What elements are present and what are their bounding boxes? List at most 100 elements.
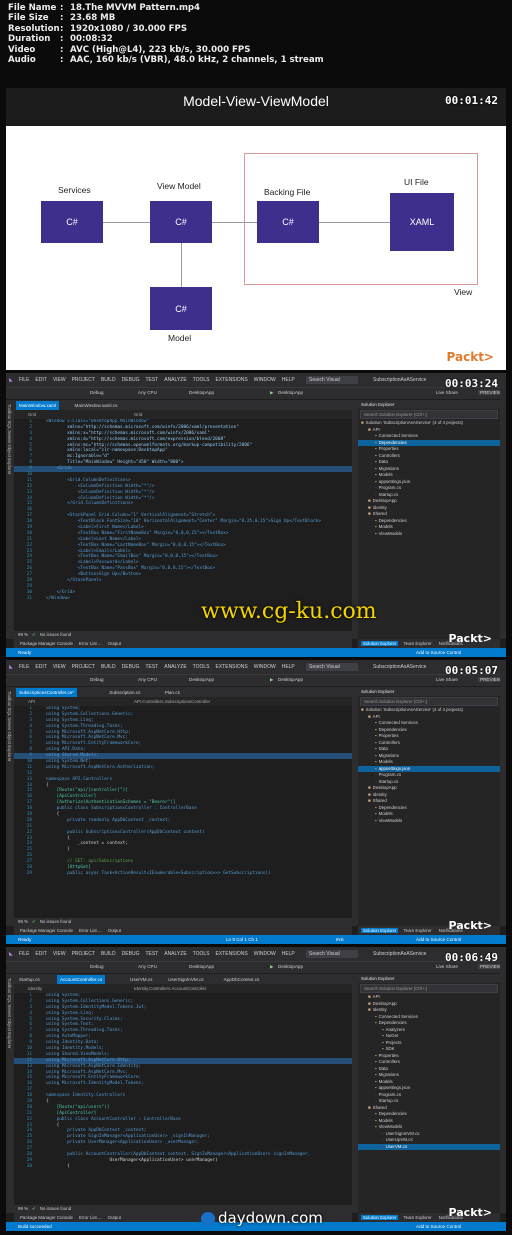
menu-item-build[interactable]: BUILD (98, 660, 119, 674)
doc-tab[interactable]: AccountController.cs (57, 975, 106, 984)
doc-tab[interactable]: AppDbContext.cs (221, 975, 263, 984)
bottom-tab[interactable]: Package Manager Console (20, 1215, 73, 1220)
platform-dropdown[interactable]: Any CPU (138, 964, 157, 969)
bottom-tab[interactable]: Package Manager Console (20, 641, 73, 646)
menu-item-project[interactable]: PROJECT (69, 660, 98, 674)
menu-item-help[interactable]: HELP (279, 373, 298, 387)
startup-project-label[interactable]: DesktopApp (278, 964, 303, 969)
bottom-tab[interactable]: Output (108, 641, 121, 646)
doc-tab[interactable]: Subscription.cs (106, 688, 143, 697)
doc-tab[interactable]: SubscriptionsController.cs* (16, 688, 77, 697)
tree-node[interactable]: ▪ ViewModels (358, 818, 500, 825)
platform-dropdown[interactable]: Any CPU (138, 390, 157, 395)
side-tool-labels[interactable]: Toolbox SQL Server Object Explorer (7, 978, 12, 1049)
menu-item-tools[interactable]: TOOLS (190, 947, 213, 961)
nav-project-dropdown[interactable]: Grid (28, 412, 36, 417)
menu-item-test[interactable]: TEST (142, 947, 161, 961)
doc-tab[interactable]: UserSignInVM.cs (165, 975, 207, 984)
platform-dropdown[interactable]: Any CPU (138, 677, 157, 682)
menu-item-extensions[interactable]: EXTENSIONS (213, 947, 251, 961)
live-share-button[interactable]: Live Share (436, 677, 458, 682)
menu-item-extensions[interactable]: EXTENSIONS (213, 660, 251, 674)
startup-project-dropdown[interactable]: DesktopApp (189, 390, 214, 395)
menu-item-edit[interactable]: EDIT (32, 947, 49, 961)
solution-search-input[interactable]: Search Solution Explorer (Ctrl+;) (360, 410, 498, 419)
nav-member-dropdown[interactable]: Identity.Controllers.AccountController (134, 984, 206, 993)
menu-item-window[interactable]: WINDOW (251, 947, 279, 961)
side-tool-labels[interactable]: Toolbox SQL Server Object Explorer (7, 691, 12, 762)
zoom-level[interactable]: 99 % (18, 632, 28, 637)
start-icon[interactable]: ▶ (270, 677, 274, 683)
doc-tab[interactable]: Plan.cs (162, 688, 183, 697)
startup-project-dropdown[interactable]: DesktopApp (189, 677, 214, 682)
doc-tab[interactable]: Startup.cs (16, 975, 43, 984)
se-tab[interactable]: Team Explorer (401, 928, 433, 933)
menu-item-test[interactable]: TEST (142, 373, 161, 387)
bottom-tab[interactable]: Output (108, 1215, 121, 1220)
menu-item-build[interactable]: BUILD (98, 947, 119, 961)
zoom-level[interactable]: 99 % (18, 1206, 28, 1211)
doc-tab[interactable]: MainWindow.xaml (16, 401, 60, 410)
code-editor[interactable]: 1 using System; 2 using System.Collections.… (14, 993, 352, 1205)
nav-member-dropdown[interactable]: API.Controllers.SubscriptionsController (134, 697, 210, 706)
menu-item-analyze[interactable]: ANALYZE (161, 373, 189, 387)
menu-item-extensions[interactable]: EXTENSIONS (213, 373, 251, 387)
doc-tab[interactable]: UserVM.cs (127, 975, 155, 984)
menu-item-analyze[interactable]: ANALYZE (161, 947, 189, 961)
menu-item-help[interactable]: HELP (279, 947, 298, 961)
config-dropdown[interactable]: Debug (90, 390, 104, 395)
se-tab[interactable]: Team Explorer (401, 1215, 433, 1220)
tree-node[interactable]: ▪ ViewModels (358, 531, 500, 538)
menu-item-view[interactable]: VIEW (50, 373, 69, 387)
startup-project-label[interactable]: DesktopApp (278, 677, 303, 682)
bottom-tab[interactable]: Package Manager Console (20, 928, 73, 933)
doc-tab[interactable]: MainWindow.xaml.cs (72, 401, 121, 410)
start-icon[interactable]: ▶ (270, 964, 274, 970)
menu-item-edit[interactable]: EDIT (32, 373, 49, 387)
startup-project-dropdown[interactable]: DesktopApp (189, 964, 214, 969)
menu-item-tools[interactable]: TOOLS (190, 660, 213, 674)
menu-item-window[interactable]: WINDOW (251, 373, 279, 387)
start-icon[interactable]: ▶ (270, 390, 274, 396)
menu-item-debug[interactable]: DEBUG (119, 660, 143, 674)
nav-project-dropdown[interactable]: API (28, 699, 35, 704)
zoom-level[interactable]: 99 % (18, 919, 28, 924)
bottom-tab[interactable]: Output (108, 928, 121, 933)
se-tab[interactable]: Solution Explorer (361, 928, 399, 933)
menu-item-test[interactable]: TEST (142, 660, 161, 674)
nav-member-dropdown[interactable]: Grid (134, 410, 142, 419)
config-dropdown[interactable]: Debug (90, 964, 104, 969)
menu-item-debug[interactable]: DEBUG (119, 373, 143, 387)
menu-item-build[interactable]: BUILD (98, 373, 119, 387)
startup-project-label[interactable]: DesktopApp (278, 390, 303, 395)
live-share-button[interactable]: Live Share (436, 390, 458, 395)
se-tab[interactable]: Team Explorer (401, 641, 433, 646)
menu-item-help[interactable]: HELP (279, 660, 298, 674)
menu-item-window[interactable]: WINDOW (251, 660, 279, 674)
solution-search-input[interactable]: Search Solution Explorer (Ctrl+;) (360, 984, 498, 993)
menu-item-tools[interactable]: TOOLS (190, 373, 213, 387)
menu-item-project[interactable]: PROJECT (69, 947, 98, 961)
side-tool-labels[interactable]: Toolbox SQL Server Object Explorer (7, 404, 12, 475)
vs-search-box[interactable]: Search Visual Studio (Ctrl... (306, 950, 358, 958)
source-control-button[interactable]: Add to Source Control (416, 935, 461, 944)
bottom-tab[interactable]: Error List ... (79, 1215, 102, 1220)
vs-search-box[interactable]: Search Visual Studio (Ctrl... (306, 376, 358, 384)
bottom-tab[interactable]: Error List ... (79, 641, 102, 646)
config-dropdown[interactable]: Debug (90, 677, 104, 682)
nav-project-dropdown[interactable]: Identity (28, 986, 42, 991)
se-tab[interactable]: Solution Explorer (361, 641, 399, 646)
solution-search-input[interactable]: Search Solution Explorer (Ctrl+;) (360, 697, 498, 706)
bottom-tab[interactable]: Error List ... (79, 928, 102, 933)
menu-item-view[interactable]: VIEW (50, 947, 69, 961)
menu-item-debug[interactable]: DEBUG (119, 947, 143, 961)
menu-item-view[interactable]: VIEW (50, 660, 69, 674)
menu-item-file[interactable]: FILE (16, 947, 33, 961)
menu-item-edit[interactable]: EDIT (32, 660, 49, 674)
menu-item-file[interactable]: FILE (16, 660, 33, 674)
vs-search-box[interactable]: Search Visual Studio (Ctrl... (306, 663, 358, 671)
tree-node[interactable]: ▪ UserVM.cs (358, 1143, 500, 1150)
source-control-button[interactable]: Add to Source Control (416, 648, 461, 657)
se-tab[interactable]: Solution Explorer (361, 1215, 399, 1220)
source-control-button[interactable]: Add to Source Control (416, 1222, 461, 1231)
